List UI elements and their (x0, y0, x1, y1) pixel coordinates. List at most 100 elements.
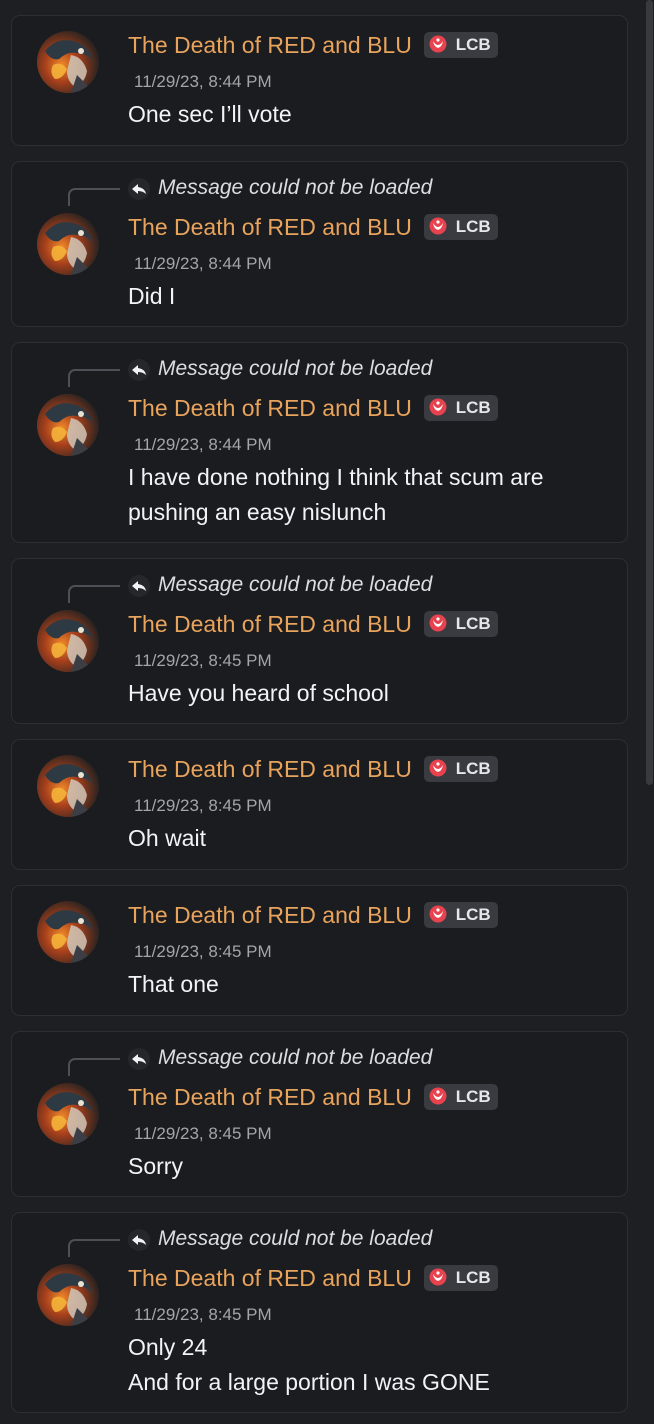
message-card[interactable]: Message could not be loaded The Death of… (11, 342, 628, 543)
message-card[interactable]: The Death of RED and BLU LCB 11/29/23, 8… (11, 885, 628, 1016)
reply-preview-text[interactable]: Message could not be loaded (158, 1227, 432, 1251)
message-header: The Death of RED and BLU LCB (128, 1083, 498, 1111)
reply-arrow-icon (128, 178, 150, 200)
message-card[interactable]: Message could not be loaded The Death of… (11, 161, 628, 327)
message-timestamp[interactable]: 11/29/23, 8:45 PM (134, 650, 272, 672)
reply-arrow-icon (128, 1229, 150, 1251)
message-header: The Death of RED and BLU LCB (128, 1264, 498, 1292)
avatar[interactable] (37, 901, 99, 963)
reply-spine (68, 369, 120, 387)
avatar[interactable] (37, 755, 99, 817)
reply-reference[interactable]: Message could not be loaded (68, 1227, 568, 1257)
author-name[interactable]: The Death of RED and BLU (128, 1083, 412, 1111)
reply-spine (68, 1239, 120, 1257)
message-card[interactable]: Message could not be loaded The Death of… (11, 558, 628, 724)
message-header: The Death of RED and BLU LCB (128, 755, 498, 783)
message-card[interactable]: The Death of RED and BLU LCB 11/29/23, 8… (11, 739, 628, 870)
avatar-icon (37, 394, 99, 456)
avatar-icon (37, 1264, 99, 1326)
message-list[interactable]: The Death of RED and BLU LCB 11/29/23, 8… (0, 0, 640, 1424)
author-name[interactable]: The Death of RED and BLU (128, 394, 412, 422)
message-line: And for a large portion I was GONE (128, 1369, 490, 1395)
reply-preview-text[interactable]: Message could not be loaded (158, 176, 432, 200)
message-timestamp[interactable]: 11/29/23, 8:45 PM (134, 1304, 272, 1326)
message-header: The Death of RED and BLU LCB (128, 610, 498, 638)
avatar-icon (37, 901, 99, 963)
message-card[interactable]: Message could not be loaded The Death of… (11, 1212, 628, 1413)
avatar[interactable] (37, 31, 99, 93)
avatar-icon (37, 1083, 99, 1145)
message-card[interactable]: The Death of RED and BLU LCB 11/29/23, 8… (11, 15, 628, 146)
guild-tag-badge[interactable]: LCB (424, 756, 498, 782)
guild-tag-label: LCB (455, 614, 491, 633)
guild-tag-badge[interactable]: LCB (424, 1084, 498, 1110)
message-timestamp[interactable]: 11/29/23, 8:45 PM (134, 941, 272, 963)
reply-reference[interactable]: Message could not be loaded (68, 573, 568, 603)
avatar[interactable] (37, 1083, 99, 1145)
message-header: The Death of RED and BLU LCB (128, 394, 498, 422)
reply-preview-text[interactable]: Message could not be loaded (158, 573, 432, 597)
avatar[interactable] (37, 394, 99, 456)
author-name[interactable]: The Death of RED and BLU (128, 755, 412, 783)
author-name[interactable]: The Death of RED and BLU (128, 1264, 412, 1292)
reply-reference[interactable]: Message could not be loaded (68, 176, 568, 206)
avatar-icon (37, 31, 99, 93)
message-content: Did I (128, 279, 607, 314)
guild-tag-icon (428, 1086, 448, 1106)
guild-tag-label: LCB (455, 905, 491, 924)
message-line: Have you heard of school (128, 680, 389, 706)
reply-preview-text[interactable]: Message could not be loaded (158, 357, 432, 381)
message-header: The Death of RED and BLU LCB (128, 31, 498, 59)
avatar[interactable] (37, 610, 99, 672)
author-name[interactable]: The Death of RED and BLU (128, 31, 412, 59)
message-line: Sorry (128, 1153, 183, 1179)
message-timestamp[interactable]: 11/29/23, 8:45 PM (134, 1123, 272, 1145)
avatar-icon (37, 755, 99, 817)
reply-reference[interactable]: Message could not be loaded (68, 357, 568, 387)
reply-preview-text[interactable]: Message could not be loaded (158, 1046, 432, 1070)
reply-arrow-icon (128, 1048, 150, 1070)
avatar-icon (37, 213, 99, 275)
guild-tag-icon (428, 397, 448, 417)
reply-reference[interactable]: Message could not be loaded (68, 1046, 568, 1076)
message-content: Sorry (128, 1149, 607, 1184)
message-feed-window: The Death of RED and BLU LCB 11/29/23, 8… (0, 0, 654, 1424)
scrollbar-thumb[interactable] (646, 0, 653, 785)
guild-tag-icon (428, 613, 448, 633)
message-content: Have you heard of school (128, 676, 607, 711)
message-line: That one (128, 971, 219, 997)
avatar[interactable] (37, 213, 99, 275)
guild-tag-icon (428, 34, 448, 54)
message-card[interactable]: Message could not be loaded The Death of… (11, 1031, 628, 1197)
scrollbar[interactable] (645, 0, 654, 1424)
message-content: Oh wait (128, 821, 607, 856)
message-content: That one (128, 967, 607, 1002)
message-timestamp[interactable]: 11/29/23, 8:44 PM (134, 434, 272, 456)
message-header: The Death of RED and BLU LCB (128, 901, 498, 929)
guild-tag-badge[interactable]: LCB (424, 1265, 498, 1291)
message-content: One sec I’ll vote (128, 97, 607, 132)
guild-tag-label: LCB (455, 759, 491, 778)
avatar-icon (37, 610, 99, 672)
message-line: Did I (128, 283, 176, 309)
message-timestamp[interactable]: 11/29/23, 8:45 PM (134, 795, 272, 817)
author-name[interactable]: The Death of RED and BLU (128, 901, 412, 929)
avatar[interactable] (37, 1264, 99, 1326)
guild-tag-label: LCB (455, 1268, 491, 1287)
message-timestamp[interactable]: 11/29/23, 8:44 PM (134, 253, 272, 275)
reply-spine (68, 188, 120, 206)
reply-spine (68, 585, 120, 603)
author-name[interactable]: The Death of RED and BLU (128, 610, 412, 638)
guild-tag-icon (428, 1267, 448, 1287)
message-line: pushing an easy nislunch (128, 499, 387, 525)
message-content: Only 24 And for a large portion I was GON… (128, 1330, 607, 1400)
guild-tag-badge[interactable]: LCB (424, 214, 498, 240)
guild-tag-badge[interactable]: LCB (424, 32, 498, 58)
guild-tag-badge[interactable]: LCB (424, 902, 498, 928)
author-name[interactable]: The Death of RED and BLU (128, 213, 412, 241)
message-timestamp[interactable]: 11/29/23, 8:44 PM (134, 71, 272, 93)
guild-tag-badge[interactable]: LCB (424, 611, 498, 637)
guild-tag-icon (428, 758, 448, 778)
guild-tag-badge[interactable]: LCB (424, 395, 498, 421)
reply-arrow-icon (128, 359, 150, 381)
